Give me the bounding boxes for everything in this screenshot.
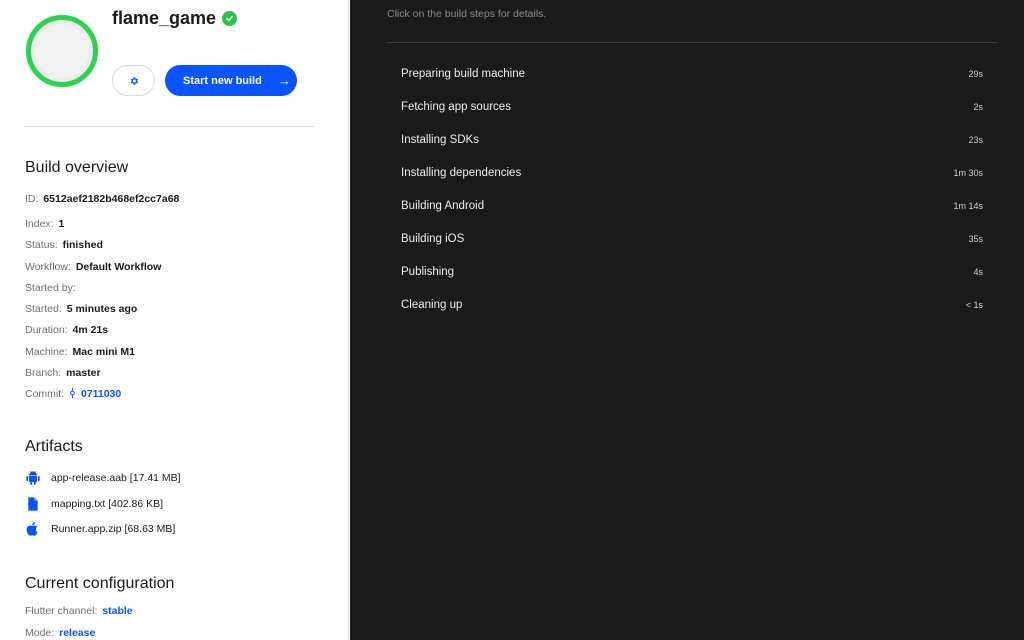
field-mode: Mode: release [25, 627, 95, 639]
field-label: Workflow: [25, 261, 71, 273]
field-label: Machine: [25, 346, 68, 358]
field-value: 1 [58, 218, 65, 230]
start-new-build-button[interactable]: Start new build → [165, 65, 297, 96]
field-value: 5 minutes ago [66, 303, 138, 315]
current-configuration-title: Current configuration [25, 575, 175, 592]
build-step[interactable]: Building iOS 35s [401, 229, 983, 249]
field-started-by: Started by: [25, 282, 78, 294]
build-steps-panel: Click on the build steps for details. Pr… [350, 0, 1024, 640]
field-duration: Duration: 4m 21s [25, 324, 108, 336]
step-label: Preparing build machine [401, 68, 526, 80]
field-branch: Branch: master [25, 367, 101, 379]
field-label: Branch: [25, 367, 62, 379]
step-label: Installing SDKs [401, 134, 479, 146]
settings-button[interactable] [112, 65, 155, 96]
build-step[interactable]: Fetching app sources 2s [401, 97, 983, 117]
success-check-icon [222, 11, 238, 26]
app-avatar [26, 15, 98, 87]
field-id: ID: 6512aef2182b468ef2cc7a68 [25, 193, 179, 205]
artifact-name: app-release.aab [17.41 MB] [51, 472, 181, 484]
header-divider [25, 126, 314, 127]
artifacts-title: Artifacts [25, 438, 83, 455]
build-step[interactable]: Installing SDKs 23s [401, 130, 983, 150]
app-name: flame_game [112, 8, 217, 28]
field-index: Index: 1 [25, 218, 64, 230]
field-started: Started: 5 minutes ago [25, 303, 137, 315]
field-label: Flutter channel: [25, 605, 98, 617]
commit-link[interactable]: 0711030 [81, 388, 121, 400]
field-workflow: Workflow: Default Workflow [25, 261, 161, 273]
step-label: Building iOS [401, 233, 465, 245]
field-machine: Machine: Mac mini M1 [25, 346, 135, 358]
field-value: Default Workflow [75, 261, 162, 273]
app-title: flame_game [112, 8, 238, 29]
field-label: Status: [25, 239, 58, 251]
step-duration: 29s [968, 69, 983, 79]
android-icon [26, 470, 40, 485]
field-label: ID: [25, 193, 39, 205]
build-step[interactable]: Building Android 1m 14s [401, 196, 983, 216]
artifact-name: mapping.txt [402.86 KB] [51, 498, 164, 510]
build-step[interactable]: Publishing 4s [401, 262, 983, 282]
field-label: Index: [25, 218, 54, 230]
field-value: finished [62, 239, 103, 251]
field-value: master [66, 367, 101, 379]
build-step[interactable]: Preparing build machine 29s [401, 64, 983, 84]
apple-icon [26, 522, 38, 536]
artifact-name: Runner.app.zip [68.63 MB] [51, 523, 176, 535]
build-overview-title: Build overview [25, 159, 129, 176]
field-status: Status: finished [25, 239, 103, 251]
commit-icon [70, 388, 75, 398]
step-duration: 23s [968, 135, 983, 145]
build-step[interactable]: Cleaning up < 1s [401, 295, 983, 315]
start-build-label: Start new build [183, 74, 262, 87]
field-commit: Commit: 0711030 [25, 388, 121, 400]
field-label: Started by: [25, 282, 76, 294]
step-label: Publishing [401, 266, 455, 278]
arrow-right-icon: → [277, 73, 291, 88]
field-label: Duration: [25, 324, 68, 336]
step-label: Installing dependencies [401, 167, 522, 179]
file-icon [28, 497, 38, 511]
field-value: 6512aef2182b468ef2cc7a68 [43, 193, 180, 205]
artifact-item[interactable]: app-release.aab [17.41 MB] [25, 470, 181, 486]
step-duration: 1m 14s [953, 201, 983, 211]
step-duration: 35s [968, 234, 983, 244]
artifact-item[interactable]: mapping.txt [402.86 KB] [25, 496, 163, 512]
step-label: Fetching app sources [401, 101, 511, 113]
field-flutter-channel: Flutter channel: stable [25, 605, 133, 617]
field-label: Started: [25, 303, 62, 315]
step-duration: 4s [973, 267, 983, 277]
step-duration: 1m 30s [953, 168, 983, 178]
field-value: Mac mini M1 [72, 346, 135, 358]
build-sidebar: flame_game Start new build → Build overv… [0, 0, 349, 640]
gear-icon [130, 76, 138, 85]
step-duration: < 1s [965, 300, 983, 310]
field-label: Commit: [25, 388, 65, 400]
step-label: Cleaning up [401, 299, 463, 311]
field-value: 4m 21s [72, 324, 109, 336]
build-step[interactable]: Installing dependencies 1m 30s [401, 163, 983, 183]
field-value[interactable]: stable [102, 605, 132, 617]
steps-hint: Click on the build steps for details. [387, 8, 547, 20]
field-value[interactable]: release [59, 627, 95, 639]
step-duration: 2s [973, 102, 983, 112]
step-label: Building Android [401, 200, 485, 212]
steps-divider [387, 42, 997, 43]
field-label: Mode: [25, 627, 55, 639]
artifact-item[interactable]: Runner.app.zip [68.63 MB] [25, 521, 175, 537]
